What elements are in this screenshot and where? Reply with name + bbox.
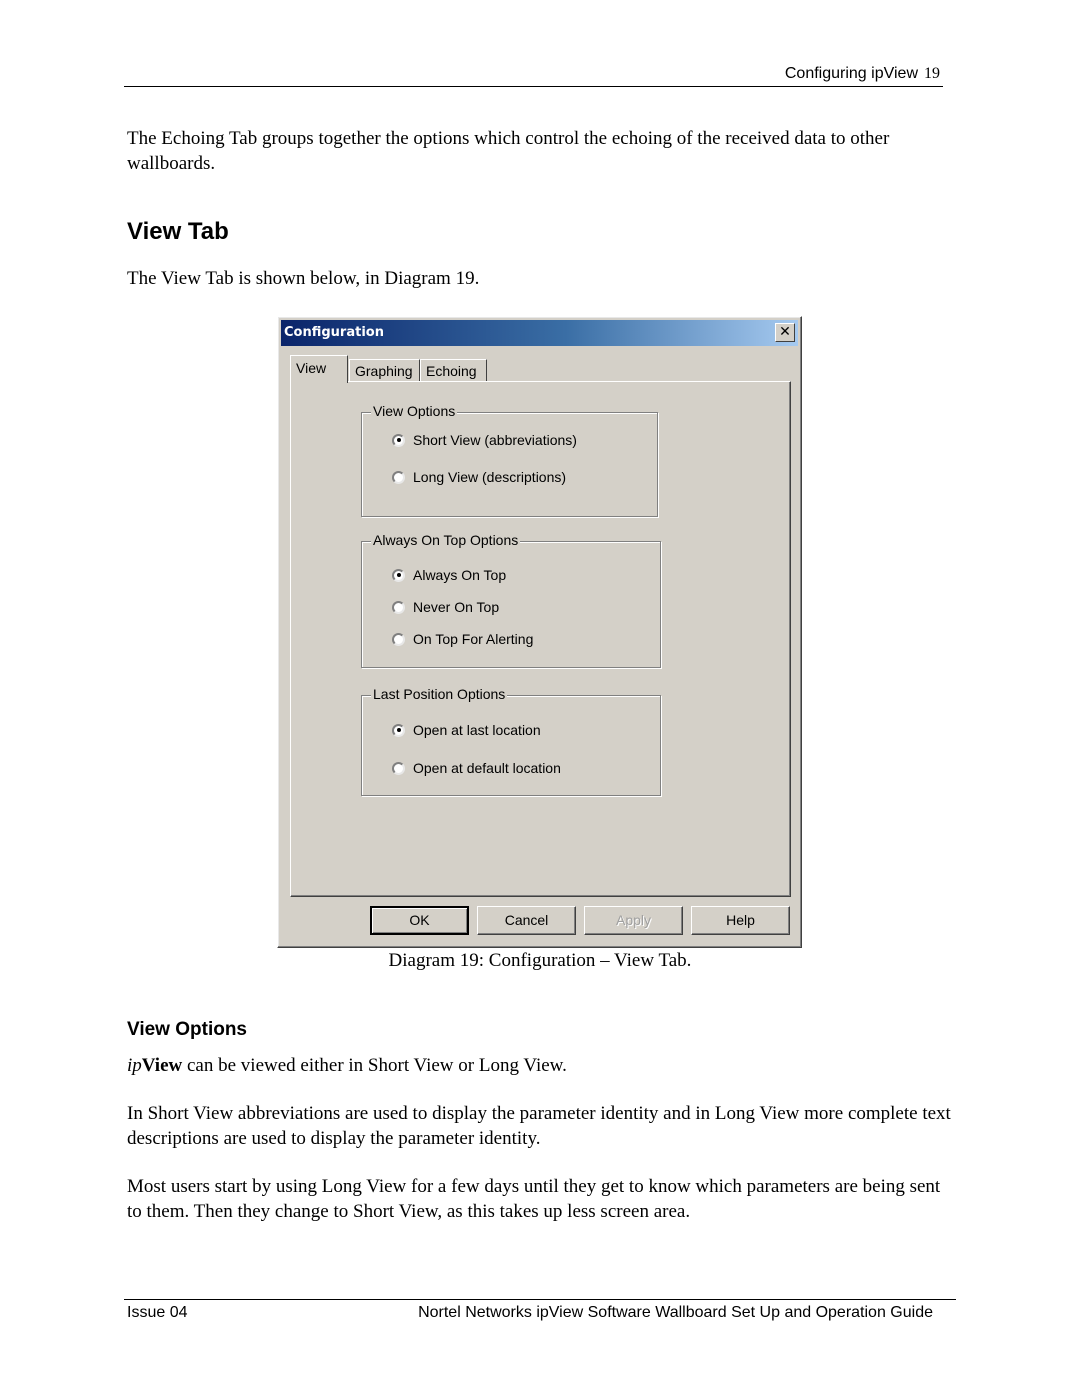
radio-selected-icon[interactable] <box>392 433 405 447</box>
intro-paragraph: The Echoing Tab groups together the opti… <box>127 128 890 174</box>
radio-unselected-icon[interactable] <box>392 600 405 614</box>
radio-unselected-icon[interactable] <box>392 761 405 775</box>
close-x-icon: ✕ <box>779 324 791 340</box>
apply-button[interactable]: Apply <box>584 906 683 935</box>
header-page-number: 19 <box>924 65 940 82</box>
radio-label: Short View (abbreviations) <box>413 432 577 448</box>
radio-unselected-icon[interactable] <box>392 632 405 646</box>
header-section-title: Configuring ipView <box>784 65 918 82</box>
group-label: Always On Top Options <box>371 532 521 548</box>
view-options-paragraph-3: Most users start by using Long View for … <box>127 1176 941 1222</box>
last-position-options-group: Last Position Options Open at last locat… <box>361 686 661 796</box>
section-heading: View Tab <box>127 218 229 245</box>
dialog-titlebar[interactable]: Configuration ✕ <box>281 320 798 346</box>
radio-label: Always On Top <box>413 567 507 583</box>
radio-label: Never On Top <box>413 599 500 615</box>
section-intro: The View Tab is shown below, in Diagram … <box>127 268 480 289</box>
figure-caption: Diagram 19: Configuration – View Tab. <box>388 950 692 971</box>
tab-echoing-label: Echoing <box>426 363 477 379</box>
product-name-italic: ip <box>127 1055 142 1076</box>
group-label: View Options <box>371 403 458 419</box>
product-name-bold: View <box>141 1055 183 1076</box>
dialog-title: Configuration <box>284 325 384 340</box>
radio-never-on-top[interactable]: Never On Top <box>392 599 499 615</box>
footer-rule <box>124 1299 956 1300</box>
paragraph-text: can be viewed either in Short View or Lo… <box>182 1055 567 1076</box>
radio-open-at-default-location[interactable]: Open at default location <box>392 760 561 776</box>
group-label: Last Position Options <box>371 686 508 702</box>
radio-open-at-last-location[interactable]: Open at last location <box>392 722 541 738</box>
radio-long-view[interactable]: Long View (descriptions) <box>392 469 566 485</box>
close-button[interactable]: ✕ <box>775 323 795 342</box>
tab-graphing-label: Graphing <box>355 363 413 379</box>
cancel-button[interactable]: Cancel <box>477 906 576 935</box>
tab-graphing[interactable]: Graphing <box>349 359 420 381</box>
radio-always-on-top[interactable]: Always On Top <box>392 567 506 583</box>
tab-view[interactable]: View <box>290 355 348 383</box>
radio-label: Open at default location <box>413 760 561 776</box>
radio-on-top-for-alerting[interactable]: On Top For Alerting <box>392 631 533 647</box>
radio-label: Open at last location <box>413 722 541 738</box>
configuration-dialog: Configuration ✕ View Graphing Echoing Vi… <box>277 316 802 948</box>
view-options-paragraph-2: In Short View abbreviations are used to … <box>127 1103 951 1149</box>
view-options-group: View Options Short View (abbreviations) … <box>361 403 658 517</box>
help-button[interactable]: Help <box>691 906 790 935</box>
radio-selected-icon[interactable] <box>392 723 405 737</box>
subheading-view-options: View Options <box>127 1019 248 1040</box>
running-header: Configuring ipView 19 <box>785 65 940 83</box>
radio-short-view[interactable]: Short View (abbreviations) <box>392 432 577 448</box>
radio-label: On Top For Alerting <box>413 631 534 647</box>
always-on-top-options-group: Always On Top Options Always On Top Neve… <box>361 532 661 668</box>
footer-issue: Issue 04 <box>127 1304 188 1321</box>
tab-echoing[interactable]: Echoing <box>420 359 487 381</box>
view-options-paragraph-1: ipView can be viewed either in Short Vie… <box>127 1054 957 1079</box>
footer-guide-title: Nortel Networks ipView Software Wallboar… <box>418 1304 933 1321</box>
radio-unselected-icon[interactable] <box>392 470 405 484</box>
header-rule <box>124 86 943 87</box>
radio-label: Long View (descriptions) <box>413 469 567 485</box>
ok-button[interactable]: OK <box>370 906 469 935</box>
radio-selected-icon[interactable] <box>392 568 405 582</box>
tab-view-label: View <box>296 360 327 376</box>
